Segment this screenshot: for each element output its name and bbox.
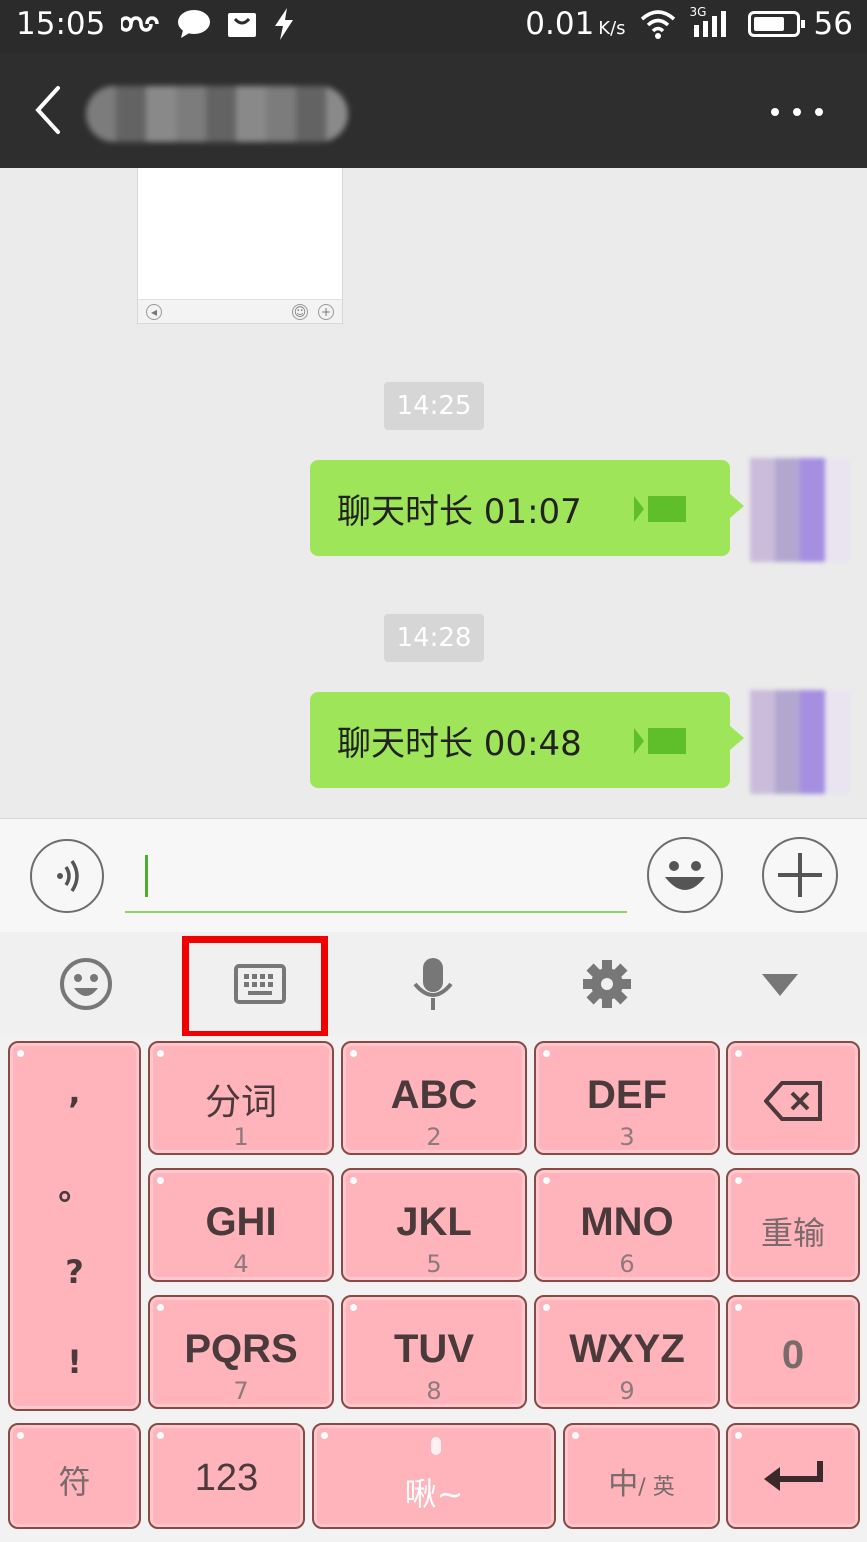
- t9-keyboard: , 。 ? ! 分词 1 ABC 2 DEF 3 GHI 4 JKL 5 MNO…: [0, 1036, 867, 1542]
- battery-icon: [747, 11, 805, 37]
- smiley-icon: [665, 861, 705, 890]
- enter-key[interactable]: [726, 1423, 860, 1529]
- message-text: 聊天时长 01:07: [337, 491, 582, 532]
- backspace-icon: [764, 1081, 822, 1121]
- reinput-key[interactable]: 重输: [726, 1168, 860, 1282]
- enter-arrow-icon: [764, 1461, 823, 1491]
- key-4[interactable]: GHI 4: [148, 1168, 334, 1282]
- more-options-icon[interactable]: [767, 92, 827, 132]
- plus-icon: [778, 853, 822, 897]
- emoji-panel-icon[interactable]: [54, 952, 118, 1016]
- language-switch-key[interactable]: 中/ 英: [563, 1423, 720, 1529]
- key-8[interactable]: TUV 8: [341, 1295, 527, 1409]
- keyboard-toolbar: [0, 932, 867, 1036]
- cell-signal-icon: 3G: [690, 5, 734, 39]
- contact-name-blurred: [86, 86, 348, 142]
- emoji-button[interactable]: [647, 837, 723, 913]
- numbers-key[interactable]: 123: [148, 1423, 305, 1529]
- title-bar: [0, 54, 867, 168]
- key-2[interactable]: ABC 2: [341, 1041, 527, 1155]
- timestamp: 14:28: [384, 614, 484, 662]
- voice-wave-icon: [57, 860, 79, 892]
- key-3[interactable]: DEF 3: [534, 1041, 720, 1155]
- back-arrow-icon[interactable]: [30, 82, 70, 138]
- video-call-icon: [634, 496, 686, 522]
- user-avatar-blurred[interactable]: [750, 690, 850, 794]
- backspace-key[interactable]: [726, 1041, 860, 1155]
- more-functions-button[interactable]: [762, 837, 838, 913]
- punctuation-key[interactable]: , 。 ? !: [8, 1041, 141, 1411]
- settings-gear-icon[interactable]: [575, 952, 639, 1016]
- key-6[interactable]: MNO 6: [534, 1168, 720, 1282]
- key-1[interactable]: 分词 1: [148, 1041, 334, 1155]
- red-highlight-box: [182, 936, 328, 1038]
- text-caret: [145, 855, 148, 897]
- infinity-icon: [121, 16, 160, 32]
- message-input-bar: [0, 818, 867, 932]
- chat-bubble-icon: [178, 10, 211, 38]
- network-speed: 0.01 K/s: [525, 6, 626, 42]
- wifi-icon: [640, 10, 675, 39]
- key-5[interactable]: JKL 5: [341, 1168, 527, 1282]
- space-key[interactable]: 啾~: [312, 1423, 556, 1529]
- key-9[interactable]: WXYZ 9: [534, 1295, 720, 1409]
- chat-area[interactable]: ◂ ☺ + 14:25 聊天时长 01:07 14:28 聊天时长 00:48: [0, 168, 867, 818]
- status-time: 15:05: [16, 6, 106, 42]
- smile-icon: ☺: [292, 304, 308, 320]
- symbols-key[interactable]: 符: [8, 1423, 141, 1529]
- shopping-bag-icon: [228, 13, 257, 37]
- message-text: 聊天时长 00:48: [337, 723, 582, 764]
- shared-card-preview[interactable]: ◂ ☺ +: [137, 168, 343, 324]
- charging-bolt-icon: [275, 8, 294, 40]
- status-bar: 15:05 0.01 K/s 3G 56: [0, 0, 867, 54]
- battery-level: 56: [813, 6, 853, 42]
- timestamp: 14:25: [384, 382, 484, 430]
- message-bubble[interactable]: 聊天时长 00:48: [310, 692, 744, 788]
- plus-icon: +: [318, 304, 334, 320]
- message-input[interactable]: [125, 849, 627, 913]
- video-call-icon: [634, 728, 686, 754]
- user-avatar-blurred[interactable]: [750, 458, 850, 562]
- collapse-keyboard-icon[interactable]: [748, 952, 812, 1016]
- play-icon: ◂: [146, 304, 162, 320]
- key-0[interactable]: 0: [726, 1295, 860, 1409]
- microphone-icon[interactable]: [401, 952, 465, 1016]
- space-mic-icon: [431, 1437, 441, 1455]
- message-bubble[interactable]: 聊天时长 01:07: [310, 460, 744, 556]
- key-7[interactable]: PQRS 7: [148, 1295, 334, 1409]
- voice-input-button[interactable]: [30, 839, 104, 913]
